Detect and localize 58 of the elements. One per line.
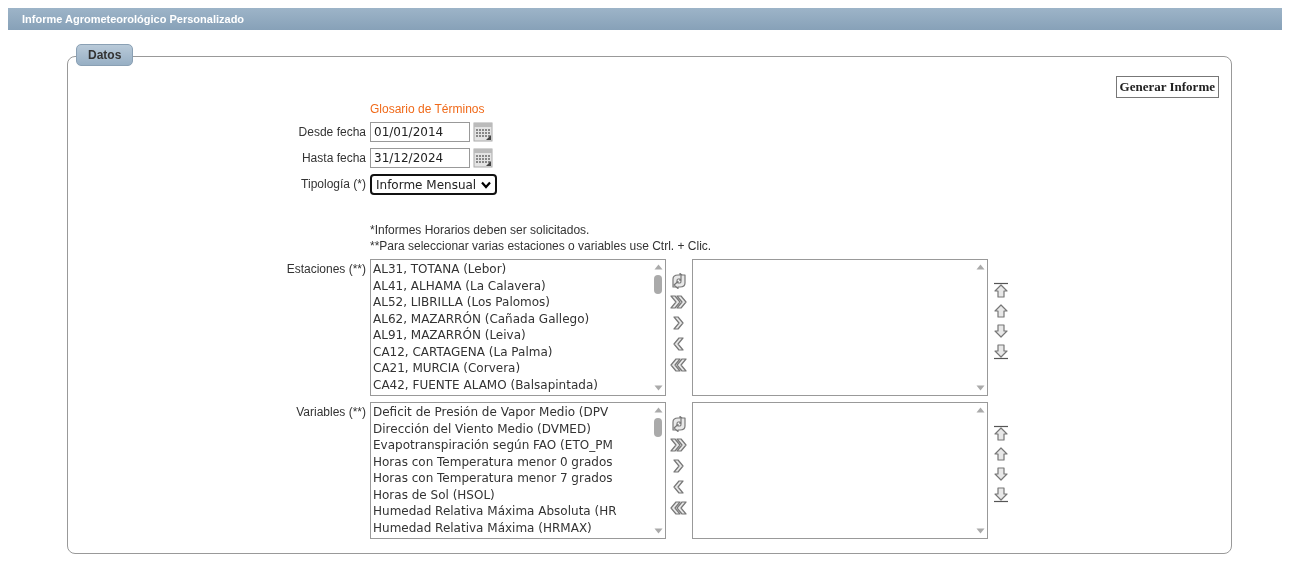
move-to-bottom-icon[interactable] <box>993 485 1009 503</box>
list-item[interactable]: AL41, ALHAMA (La Calavera) <box>373 277 649 294</box>
chevron-down-icon <box>481 180 492 189</box>
calendar-icon[interactable] <box>473 148 493 168</box>
list-item[interactable]: Deficit de Presión de Vapor Medio (DPV <box>373 404 649 421</box>
list-item[interactable]: Horas con Temperatura menor 0 grados <box>373 453 649 470</box>
date-field[interactable]: 01/01/2014 <box>370 122 470 142</box>
scroll-up-icon[interactable] <box>653 264 663 270</box>
move-up-icon[interactable] <box>993 445 1009 463</box>
scroll-down-icon[interactable] <box>975 385 985 391</box>
calendar-icon[interactable] <box>473 122 493 142</box>
scroll-up-icon[interactable] <box>653 407 663 413</box>
scroll-down-icon[interactable] <box>653 528 663 534</box>
list-item[interactable]: CA21, MURCIA (Corvera) <box>373 360 649 377</box>
double-chevron-right-icon[interactable] <box>670 294 688 311</box>
list-item[interactable]: Horas con Temperatura menor 7 grados <box>373 470 649 487</box>
section-tab[interactable]: Datos <box>76 44 134 66</box>
scrollbar-thumb[interactable] <box>654 418 662 437</box>
list-box[interactable] <box>370 402 666 539</box>
window-title: Informe Agrometeorológico Personalizado <box>22 13 245 25</box>
field-label: Estaciones (**) <box>286 262 366 276</box>
list-item[interactable]: AL52, LIBRILLA (Los Palomos) <box>373 294 649 311</box>
double-chevron-right-icon[interactable] <box>670 437 688 454</box>
list-item[interactable]: AL62, MAZARRÓN (Cañada Gallego) <box>373 310 649 327</box>
field-label: Variables (**) <box>296 405 366 419</box>
move-to-top-icon[interactable] <box>993 282 1009 300</box>
list-item[interactable]: AL91, MAZARRÓN (Leiva) <box>373 327 649 344</box>
move-down-icon[interactable] <box>993 322 1009 340</box>
type-dropdown[interactable]: Informe Mensual <box>370 174 498 195</box>
move-up-icon[interactable] <box>993 302 1009 320</box>
list-item[interactable]: CA42, FUENTE ALAMO (Balsapintada) <box>373 376 649 393</box>
list-item[interactable]: Humedad Relativa Máxima (HRMAX) <box>373 519 649 536</box>
list-item[interactable]: AL31, TOTANA (Lebor) <box>373 261 649 278</box>
move-to-top-icon[interactable] <box>993 425 1009 443</box>
double-chevron-left-icon[interactable] <box>670 500 688 517</box>
date-field[interactable]: 31/12/2024 <box>370 148 470 168</box>
move-down-icon[interactable] <box>993 465 1009 483</box>
scroll-up-icon[interactable] <box>975 407 985 413</box>
list-item[interactable]: Evapotranspiración según FAO (ETO_PM <box>373 437 649 454</box>
list-item[interactable]: Horas de Sol (HSOL) <box>373 486 649 503</box>
field-label: Desde fecha <box>298 125 366 139</box>
swap-arrows-icon[interactable] <box>670 273 688 290</box>
list-item[interactable]: CA12, CARTAGENA (La Palma) <box>373 343 649 360</box>
list-item[interactable]: Humedad Relativa Máxima Absoluta (HR <box>373 503 649 520</box>
double-chevron-left-icon[interactable] <box>670 357 688 374</box>
list-box[interactable] <box>370 259 666 396</box>
scroll-down-icon[interactable] <box>975 528 985 534</box>
field-label: Hasta fecha <box>301 151 366 165</box>
scrollbar-thumb[interactable] <box>654 275 662 294</box>
move-to-bottom-icon[interactable] <box>993 342 1009 360</box>
field-label: Tipología (*) <box>301 177 366 191</box>
scroll-down-icon[interactable] <box>653 385 663 391</box>
generate-report-button[interactable]: Generar Informe <box>1115 76 1219 98</box>
list-item[interactable]: Dirección del Viento Medio (DVMED) <box>373 420 649 437</box>
note-text: **Para seleccionar varias estaciones o variables use Ctrl. + Clic. <box>370 239 712 253</box>
note-text: *Informes Horarios deben ser solicitados. <box>370 223 590 237</box>
swap-arrows-icon[interactable] <box>670 416 688 433</box>
scroll-up-icon[interactable] <box>975 264 985 270</box>
